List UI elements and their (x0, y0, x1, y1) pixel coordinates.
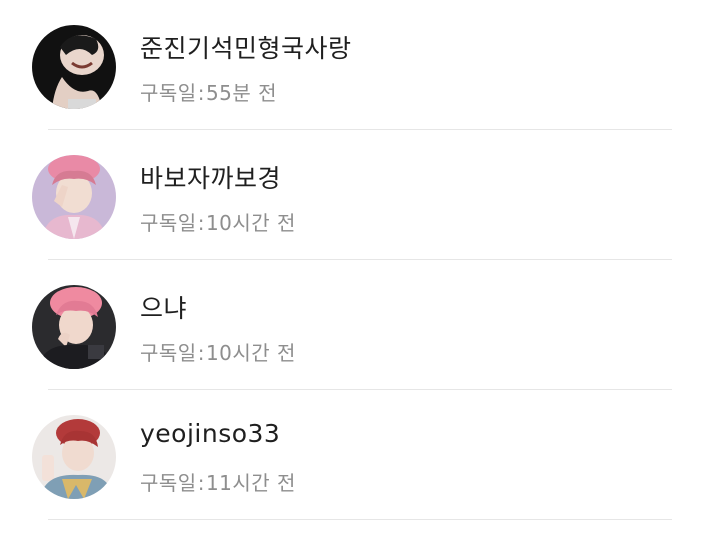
list-item[interactable]: yeojinso33 구독일:11시간 전 (0, 390, 720, 520)
list-item[interactable]: 으냐 구독일:10시간 전 (0, 260, 720, 390)
subscribe-date-separator: : (197, 81, 205, 105)
subscribe-date-separator: : (197, 341, 205, 365)
list-item[interactable]: 바보자까보경 구독일:10시간 전 (0, 130, 720, 260)
avatar-photo-icon (32, 415, 116, 499)
avatar[interactable] (32, 415, 116, 499)
subscribe-date-separator: : (197, 211, 205, 235)
subscriber-name[interactable]: 으냐 (140, 289, 187, 325)
subscriber-list: 준진기석민형국사랑 구독일:55분 전 바보자까보경 구독일:10시간 전 으냐… (0, 0, 720, 520)
subscribe-date-label: 구독일 (140, 211, 197, 235)
avatar-photo-icon (32, 285, 116, 369)
subscribe-date-time: 11시간 전 (205, 471, 296, 495)
avatar[interactable] (32, 25, 116, 109)
subscriber-name[interactable]: yeojinso33 (140, 419, 280, 448)
divider (48, 519, 672, 520)
subscribe-date-separator: : (197, 471, 205, 495)
subscriber-name[interactable]: 바보자까보경 (140, 159, 281, 195)
subscribe-date-time: 55분 전 (205, 81, 278, 105)
subscribe-date-time: 10시간 전 (205, 211, 296, 235)
avatar-photo-icon (32, 155, 116, 239)
subscribe-date: 구독일:55분 전 (140, 77, 277, 106)
avatar-photo-icon (32, 25, 116, 109)
subscribe-date: 구독일:11시간 전 (140, 467, 296, 496)
avatar[interactable] (32, 155, 116, 239)
subscribe-date-label: 구독일 (140, 471, 197, 495)
subscribe-date: 구독일:10시간 전 (140, 337, 296, 366)
list-item[interactable]: 준진기석민형국사랑 구독일:55분 전 (0, 0, 720, 130)
avatar[interactable] (32, 285, 116, 369)
subscribe-date: 구독일:10시간 전 (140, 207, 296, 236)
subscribe-date-label: 구독일 (140, 81, 197, 105)
subscribe-date-label: 구독일 (140, 341, 197, 365)
subscribe-date-time: 10시간 전 (205, 341, 296, 365)
subscriber-name[interactable]: 준진기석민형국사랑 (140, 29, 352, 65)
